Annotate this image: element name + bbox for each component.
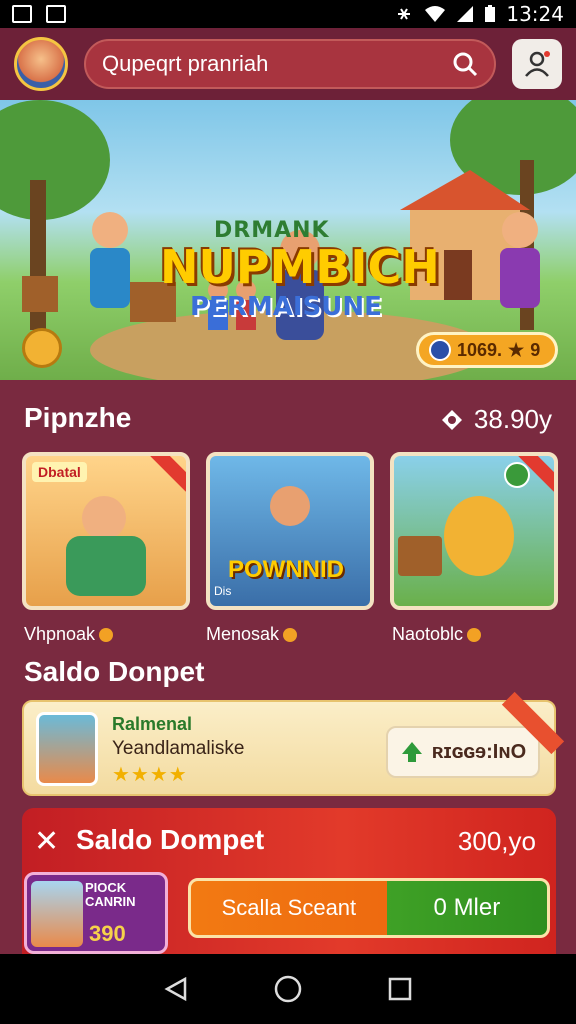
mini-thumbnail xyxy=(31,881,83,947)
coin-icon xyxy=(283,627,298,642)
promo-button[interactable]: ʀɪɢɢɘ:IɴO xyxy=(386,726,540,778)
character-figure xyxy=(270,486,310,526)
cta-left-button[interactable]: Scalla Sceant xyxy=(191,881,387,935)
app-header: Qupeqrt pranriah xyxy=(0,28,576,100)
character-body xyxy=(66,536,146,596)
count-value: 38.90y xyxy=(473,404,552,434)
card-label[interactable]: Vhpnoak xyxy=(24,624,114,645)
section-title-wallet: Saldo Donpet xyxy=(24,656,205,687)
corner-ribbon xyxy=(150,456,186,492)
recents-button[interactable] xyxy=(380,969,420,1009)
arrow-up-icon xyxy=(401,742,422,762)
wifi-icon xyxy=(425,6,446,22)
mini-title: PIOCK CANRIN xyxy=(85,880,136,909)
avatar[interactable] xyxy=(14,37,68,91)
back-icon xyxy=(164,976,187,1002)
game-card[interactable]: Dbatal xyxy=(22,452,190,610)
character-figure xyxy=(82,496,126,540)
wallet-amount: 300,yo xyxy=(457,826,536,856)
wallet-mini-card[interactable]: PIOCK CANRIN 390 xyxy=(24,872,168,954)
hero-banner[interactable]: DRMANK NUPMBICH PERMAISUNE 1069. ★ 9 xyxy=(0,100,576,380)
section-title-popular: Pipnzhe xyxy=(24,402,132,433)
signal-icon xyxy=(457,6,474,22)
gallery-notification-icon xyxy=(12,5,32,23)
profile-button[interactable] xyxy=(512,39,562,89)
promo-subtitle: Yeandlamaliske xyxy=(112,738,245,759)
card-label[interactable]: Menosak xyxy=(206,624,298,645)
vibrate-icon xyxy=(398,8,411,20)
promo-title: Ralmenal xyxy=(112,714,193,734)
search-icon[interactable] xyxy=(452,51,478,77)
promo-thumbnail xyxy=(36,712,98,786)
image-notification-icon xyxy=(46,5,66,23)
card-label-text: Naotoblc xyxy=(392,624,464,644)
home-icon xyxy=(274,975,302,1003)
back-button[interactable] xyxy=(156,969,196,1009)
wallet-title: Saldo Dompet xyxy=(76,824,265,855)
wallet-panel: ✕ Saldo Dompet 300,yo PIOCK CANRIN 390 S… xyxy=(22,808,556,954)
card-tag: Dbatal xyxy=(32,462,87,482)
token-icon xyxy=(429,339,451,361)
card-art-title: POWNNID xyxy=(228,556,344,583)
badge-icon xyxy=(504,462,530,488)
badge-value: 1069. xyxy=(457,339,503,360)
card-label-text: Menosak xyxy=(206,624,280,644)
rating-stars: ★★★★ xyxy=(112,764,188,786)
coin-icon xyxy=(99,627,114,642)
promo-card[interactable]: Ralmenal Yeandlamaliske ★★★★ ʀɪɢɢɘ:IɴO xyxy=(22,691,565,796)
user-icon xyxy=(525,51,550,77)
star-icon: ★ xyxy=(508,339,525,360)
game-cards: Dbatal POWNNID Dis xyxy=(22,452,558,610)
card-art-sub: Dis xyxy=(214,584,232,598)
card-label[interactable]: Naotoblc xyxy=(392,624,482,645)
game-card[interactable]: POWNNID Dis xyxy=(206,452,374,610)
recents-icon xyxy=(388,977,412,1001)
banner-reward-badge[interactable]: 1069. ★ 9 xyxy=(416,332,558,368)
wallet-cta: Scalla Sceant 0 Mler xyxy=(188,878,550,938)
game-card[interactable] xyxy=(390,452,558,610)
banner-title: NUPMBICH xyxy=(160,240,440,294)
coin-icon[interactable] xyxy=(22,328,62,368)
popular-count: 38.90y xyxy=(440,404,552,435)
promo-button-label: ʀɪɢɢɘ:IɴO xyxy=(431,740,527,763)
close-icon[interactable]: ✕ xyxy=(34,824,59,859)
search-bar[interactable]: Qupeqrt pranriah xyxy=(84,39,496,89)
system-nav-bar xyxy=(0,954,576,1024)
clock: 13:24 xyxy=(506,2,564,26)
search-input[interactable]: Qupeqrt pranriah xyxy=(102,51,452,77)
character-figure xyxy=(444,496,514,576)
banner-subtitle: PERMAISUNE xyxy=(190,292,382,322)
status-bar: 13:24 xyxy=(0,0,576,28)
card-label-text: Vhpnoak xyxy=(24,624,96,644)
diamond-icon xyxy=(441,409,462,430)
coin-icon xyxy=(467,627,482,642)
battery-icon xyxy=(485,5,496,22)
cta-right-button[interactable]: 0 Mler xyxy=(387,881,547,935)
home-button[interactable] xyxy=(268,969,308,1009)
badge-suffix: 9 xyxy=(530,339,541,360)
treasure-chest xyxy=(398,536,442,576)
mini-value: 390 xyxy=(89,921,126,946)
